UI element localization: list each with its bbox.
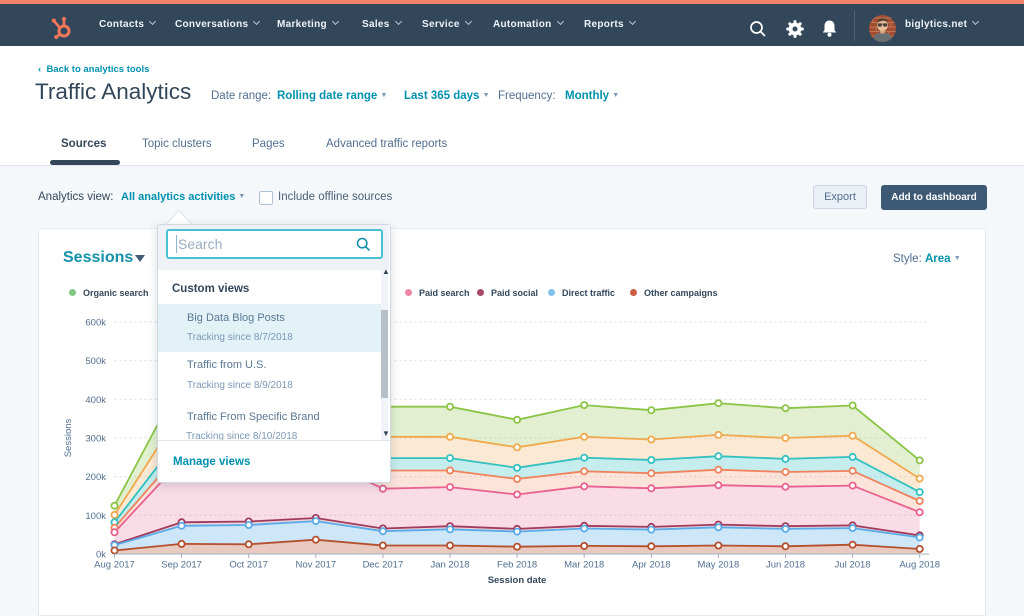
svg-text:200k: 200k bbox=[85, 472, 106, 483]
svg-text:400k: 400k bbox=[85, 395, 106, 406]
svg-text:Sep 2017: Sep 2017 bbox=[161, 560, 202, 571]
svg-text:Jul 2018: Jul 2018 bbox=[835, 560, 871, 571]
svg-text:Aug 2017: Aug 2017 bbox=[94, 560, 135, 571]
svg-text:Jan 2018: Jan 2018 bbox=[430, 560, 469, 571]
svg-text:Mar 2018: Mar 2018 bbox=[564, 560, 604, 571]
svg-text:Dec 2017: Dec 2017 bbox=[363, 560, 404, 571]
svg-text:Nov 2017: Nov 2017 bbox=[295, 560, 336, 571]
svg-text:Oct 2017: Oct 2017 bbox=[229, 560, 268, 571]
svg-text:Feb 2018: Feb 2018 bbox=[497, 560, 537, 571]
svg-text:600k: 600k bbox=[85, 318, 106, 329]
svg-text:Sessions: Sessions bbox=[63, 418, 74, 457]
svg-text:500k: 500k bbox=[85, 356, 106, 367]
svg-text:Jun 2018: Jun 2018 bbox=[766, 560, 805, 571]
svg-text:Aug 2018: Aug 2018 bbox=[899, 560, 940, 571]
svg-text:Apr 2018: Apr 2018 bbox=[632, 560, 671, 571]
svg-text:100k: 100k bbox=[85, 511, 106, 522]
svg-text:300k: 300k bbox=[85, 434, 106, 445]
svg-text:Session date: Session date bbox=[488, 575, 547, 586]
svg-text:May 2018: May 2018 bbox=[698, 560, 740, 571]
